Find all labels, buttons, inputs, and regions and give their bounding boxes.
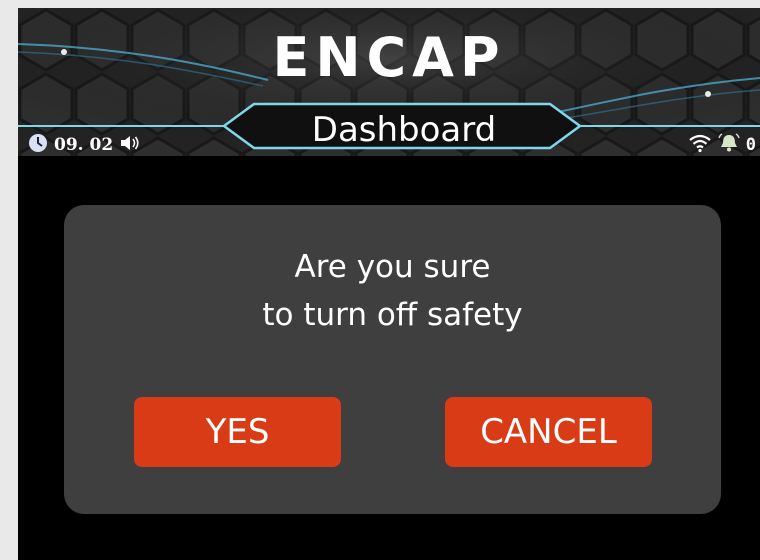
device-screen: ENCAP Dashboard 09. 02 0 Are you sure to… xyxy=(18,8,760,560)
status-left: 09. 02 xyxy=(28,133,141,156)
header-bar: ENCAP Dashboard 09. 02 0 xyxy=(18,8,760,156)
confirm-dialog: Are you sure to turn off safety YES CANC… xyxy=(64,205,721,514)
dialog-message-line1: Are you sure xyxy=(294,249,491,285)
cancel-button[interactable]: CANCEL xyxy=(445,397,652,467)
brand-logo: ENCAP xyxy=(272,26,506,89)
dialog-message-line2: to turn off safety xyxy=(262,297,523,333)
bell-icon[interactable] xyxy=(718,133,740,156)
date-text: 09. 02 xyxy=(54,135,114,155)
status-right: 0 xyxy=(688,133,756,156)
clock-icon xyxy=(28,133,48,156)
alarm-count: 0 xyxy=(745,135,756,155)
dialog-message: Are you sure to turn off safety xyxy=(64,243,721,339)
wifi-icon[interactable] xyxy=(688,133,712,156)
page-title: Dashboard xyxy=(311,110,497,150)
speaker-icon[interactable] xyxy=(119,134,141,156)
yes-button[interactable]: YES xyxy=(134,397,341,467)
